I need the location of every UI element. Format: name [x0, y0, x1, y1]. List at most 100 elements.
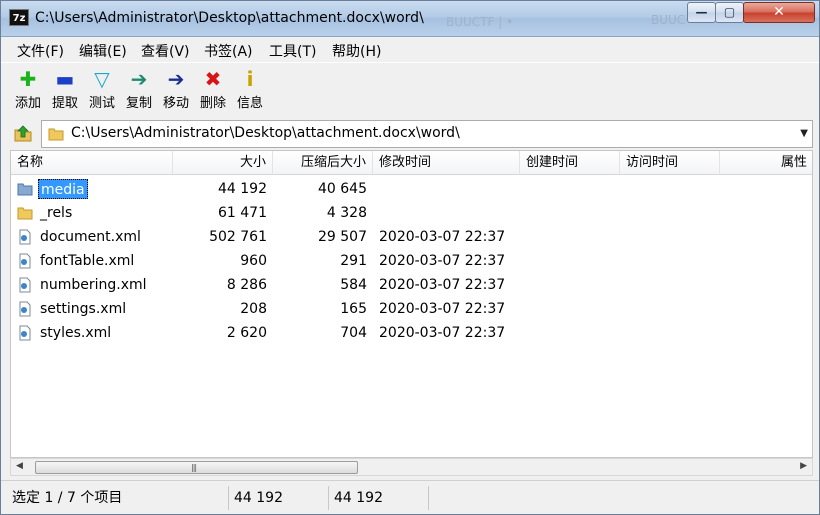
xml-file-icon	[19, 229, 31, 245]
toolbar: ✚ 添加 ▬ 提取 ▽ 测试 ➔ 复制 ➔ 移动 ✖ 删除 i 信息	[1, 62, 819, 118]
status-selection: 选定 1 / 7 个项目	[10, 486, 229, 510]
column-header-size[interactable]: 大小	[173, 151, 273, 175]
column-header-modified[interactable]: 修改时间	[373, 151, 520, 175]
title-bar[interactable]: 7z C:\Users\Administrator\Desktop\attach…	[1, 1, 819, 37]
folder-icon	[48, 128, 64, 141]
menu-bar: 文件(F) 编辑(E) 查看(V) 书签(A) 工具(T) 帮助(H)	[1, 37, 819, 62]
item-packed-size: 584	[340, 277, 367, 293]
item-size: 960	[240, 253, 267, 269]
copy-label: 复制	[125, 96, 152, 111]
scroll-left-icon[interactable]: ◀	[16, 461, 23, 471]
maximize-icon: ▢	[723, 5, 736, 19]
folder-icon	[17, 183, 33, 196]
add-button[interactable]: ✚ 添加	[10, 66, 46, 116]
app-icon[interactable]: 7z	[9, 9, 29, 26]
item-packed-size: 704	[340, 325, 367, 341]
item-name: document.xml	[40, 229, 141, 245]
list-item[interactable]: _rels 61 471 4 328	[11, 201, 812, 225]
info-button[interactable]: i 信息	[232, 66, 268, 116]
xml-file-icon	[19, 253, 31, 269]
menu-bookmarks[interactable]: 书签(A)	[204, 41, 253, 61]
item-modified: 2020-03-07 22:37	[379, 253, 506, 269]
status-bar: 选定 1 / 7 个项目 44 192 44 192	[1, 480, 819, 514]
column-header-packed-size[interactable]: 压缩后大小	[273, 151, 373, 175]
move-button[interactable]: ➔ 移动	[158, 66, 194, 116]
item-name: fontTable.xml	[40, 253, 135, 269]
item-size: 502 761	[209, 229, 267, 245]
item-name: numbering.xml	[40, 277, 147, 293]
close-button[interactable]: ✕	[743, 2, 815, 23]
copy-button[interactable]: ➔ 复制	[121, 66, 157, 116]
item-packed-size: 4 328	[326, 205, 367, 221]
item-modified: 2020-03-07 22:37	[379, 277, 506, 293]
item-size: 2 620	[226, 325, 267, 341]
scrollbar-thumb[interactable]: |||	[35, 461, 358, 474]
window-title: C:\Users\Administrator\Desktop\attachmen…	[35, 10, 424, 26]
item-packed-size: 165	[340, 301, 367, 317]
background-window-text-right: BUUC	[651, 13, 686, 27]
item-size: 44 192	[218, 181, 267, 197]
up-folder-icon	[14, 125, 32, 142]
menu-view[interactable]: 查看(V)	[141, 41, 190, 61]
background-window-text: BUUCTF | •	[446, 15, 514, 29]
delete-icon: ✖	[204, 67, 222, 91]
app-window: 7z C:\Users\Administrator\Desktop\attach…	[0, 0, 820, 515]
delete-label: 删除	[199, 96, 226, 111]
test-button[interactable]: ▽ 测试	[84, 66, 120, 116]
scrollbar-grip: |||	[191, 463, 197, 472]
list-item[interactable]: styles.xml 2 620 704 2020-03-07 22:37	[11, 321, 812, 345]
xml-file-icon	[19, 325, 31, 341]
minimize-icon: —	[695, 5, 708, 19]
add-icon: ✚	[19, 67, 37, 91]
column-header-accessed[interactable]: 访问时间	[620, 151, 720, 175]
test-icon: ▽	[94, 67, 110, 91]
address-bar: C:\Users\Administrator\Desktop\attachmen…	[1, 118, 819, 148]
info-label: 信息	[236, 96, 263, 111]
list-header: 名称 大小 压缩后大小 修改时间 创建时间 访问时间 属性	[11, 151, 812, 175]
item-modified: 2020-03-07 22:37	[379, 325, 506, 341]
extract-label: 提取	[51, 96, 78, 111]
add-label: 添加	[14, 96, 41, 111]
list-item[interactable]: numbering.xml 8 286 584 2020-03-07 22:37	[11, 273, 812, 297]
chevron-down-icon[interactable]: ▼	[800, 128, 808, 139]
horizontal-scrollbar[interactable]: ◀ ||| ▶	[10, 458, 813, 476]
list-item[interactable]: document.xml 502 761 29 507 2020-03-07 2…	[11, 225, 812, 249]
item-size: 61 471	[218, 205, 267, 221]
xml-file-icon	[19, 301, 31, 317]
menu-help[interactable]: 帮助(H)	[332, 41, 381, 61]
menu-tools[interactable]: 工具(T)	[269, 41, 316, 61]
item-modified: 2020-03-07 22:37	[379, 229, 506, 245]
item-name: settings.xml	[40, 301, 127, 317]
list-item[interactable]: settings.xml 208 165 2020-03-07 22:37	[11, 297, 812, 321]
delete-button[interactable]: ✖ 删除	[195, 66, 231, 116]
item-size: 208	[240, 301, 267, 317]
file-list[interactable]: 名称 大小 压缩后大小 修改时间 创建时间 访问时间 属性 media 44 1…	[10, 150, 813, 458]
move-label: 移动	[162, 96, 189, 111]
move-icon: ➔	[167, 67, 185, 91]
column-header-attributes[interactable]: 属性	[720, 151, 812, 175]
xml-file-icon	[19, 277, 31, 293]
item-packed-size: 29 507	[318, 229, 367, 245]
address-field[interactable]: C:\Users\Administrator\Desktop\attachmen…	[41, 120, 813, 148]
list-item[interactable]: fontTable.xml 960 291 2020-03-07 22:37	[11, 249, 812, 273]
item-packed-size: 40 645	[318, 181, 367, 197]
status-packed-size: 44 192	[332, 486, 429, 510]
column-header-name[interactable]: 名称	[11, 151, 173, 175]
minimize-button[interactable]: —	[687, 2, 716, 23]
copy-icon: ➔	[130, 67, 148, 91]
item-name: media	[38, 179, 88, 199]
menu-file[interactable]: 文件(F)	[17, 41, 64, 61]
extract-icon: ▬	[55, 67, 75, 91]
maximize-button[interactable]: ▢	[715, 2, 744, 23]
scroll-right-icon[interactable]: ▶	[800, 461, 807, 471]
item-name: _rels	[40, 205, 73, 221]
item-packed-size: 291	[340, 253, 367, 269]
info-icon: i	[246, 67, 254, 91]
menu-edit[interactable]: 编辑(E)	[79, 41, 127, 61]
up-folder-button[interactable]	[13, 123, 33, 143]
extract-button[interactable]: ▬ 提取	[47, 66, 83, 116]
item-size: 8 286	[226, 277, 267, 293]
list-item[interactable]: media 44 192 40 645	[11, 177, 812, 201]
address-path: C:\Users\Administrator\Desktop\attachmen…	[71, 125, 460, 141]
column-header-created[interactable]: 创建时间	[520, 151, 620, 175]
